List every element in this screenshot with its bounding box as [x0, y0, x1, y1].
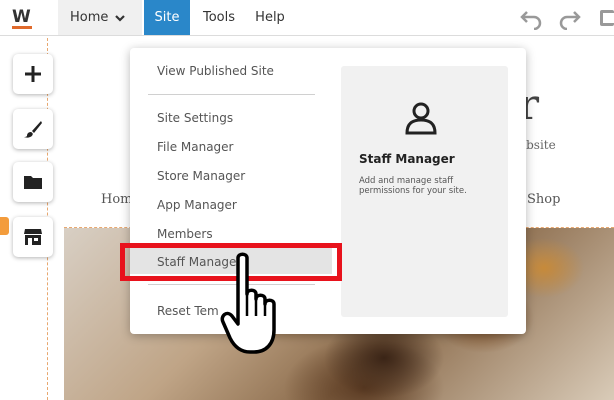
menu-item-store-manager[interactable]: Store Manager — [157, 169, 245, 183]
menu-item-members[interactable]: Members — [157, 227, 213, 241]
undo-icon[interactable] — [519, 6, 545, 30]
drag-handle[interactable] — [0, 217, 9, 235]
nav-site-label: Site — [154, 10, 180, 25]
menu-item-reset-template[interactable]: Reset Tem — [157, 304, 219, 318]
menu-item-file-manager[interactable]: File Manager — [157, 140, 234, 154]
menu-item-preview-panel: Staff Manager Add and manage staff permi… — [341, 66, 508, 317]
hand-pointer-icon — [220, 252, 276, 354]
top-toolbar: W Home Site Tools Help — [0, 0, 614, 36]
add-elements-button[interactable] — [13, 54, 53, 94]
site-nav-home-link[interactable]: Hom — [101, 192, 133, 207]
devices-icon[interactable] — [597, 6, 614, 30]
pages-button[interactable] — [13, 162, 53, 202]
chevron-down-icon — [115, 14, 126, 22]
store-icon — [24, 229, 42, 245]
folder-icon — [24, 176, 42, 189]
svg-text:W: W — [12, 7, 31, 27]
menu-item-app-manager[interactable]: App Manager — [157, 198, 237, 212]
panel-description: Add and manage staff permissions for you… — [359, 176, 467, 196]
nav-home-label: Home — [70, 10, 109, 25]
panel-title: Staff Manager — [359, 152, 455, 166]
redo-icon[interactable] — [556, 6, 582, 30]
store-button[interactable] — [13, 217, 53, 257]
site-dropdown-menu: View Published Site Site Settings File M… — [130, 48, 526, 334]
site-nav-shop-link[interactable]: Shop — [527, 192, 560, 207]
brush-icon — [24, 121, 42, 138]
nav-home-menu[interactable]: Home — [58, 0, 142, 35]
nav-help-menu[interactable]: Help — [250, 0, 290, 35]
weebly-logo[interactable]: W — [10, 5, 38, 31]
nav-help-label: Help — [255, 10, 285, 25]
design-button[interactable] — [13, 109, 53, 149]
add-icon — [25, 66, 41, 82]
nav-tools-menu[interactable]: Tools — [199, 0, 239, 35]
nav-tools-label: Tools — [202, 10, 236, 25]
nav-site-menu[interactable]: Site — [144, 0, 190, 35]
menu-item-site-settings[interactable]: Site Settings — [157, 111, 233, 125]
menu-divider — [148, 94, 315, 95]
user-icon — [405, 102, 437, 135]
menu-item-view-published-site[interactable]: View Published Site — [157, 64, 274, 78]
